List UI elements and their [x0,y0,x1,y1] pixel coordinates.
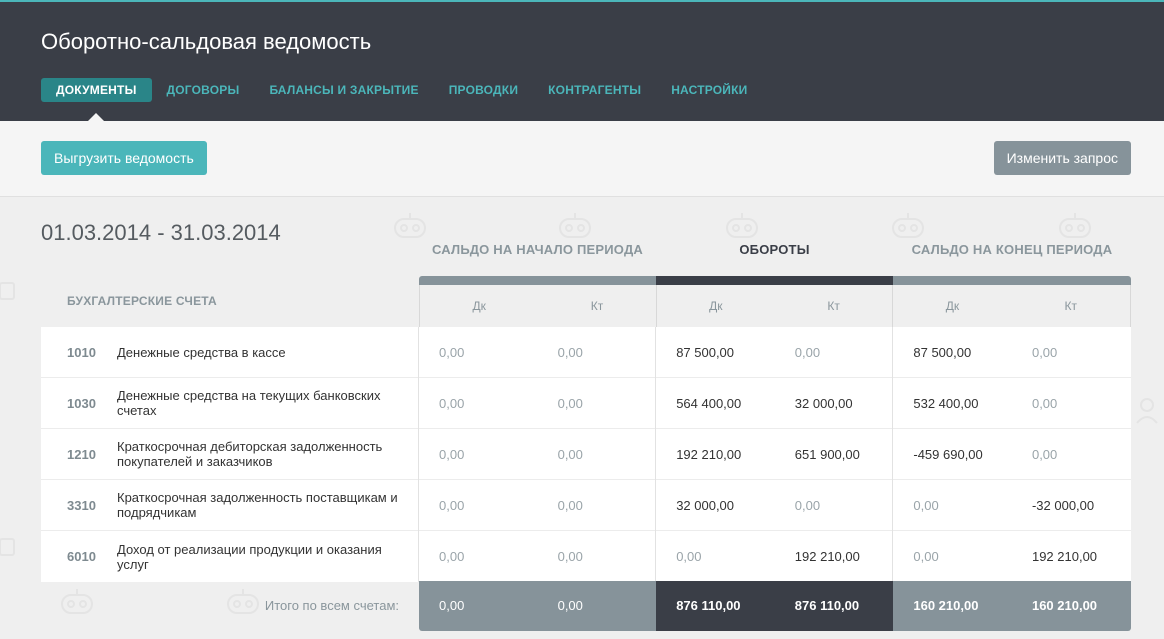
cell-turnover-debit: 87 500,00 [676,344,735,360]
sub-header-row: Дк Кт Дк Кт Дк Кт [419,285,1131,327]
group-bar-turnover [656,276,893,285]
total-closing-debit: 160 210,00 [893,581,1012,631]
cell-closing-credit: 192 210,00 [1031,549,1098,564]
group-header-closing-balance: САЛЬДО НА КОНЕЦ ПЕРИОДА [911,242,1113,257]
cell-closing-credit: 0,00 [1031,395,1058,411]
group-header-turnover: ОБОРОТЫ [739,242,810,257]
total-closing-credit: 160 210,00 [1011,581,1131,631]
cell-closing-debit: 0,00 [913,549,939,564]
cell-closing-debit: 532 400,00 [913,395,979,411]
account-name: Краткосрочная задолженность поставщикам … [117,479,419,531]
cell-turnover-debit: 32 000,00 [676,497,735,513]
totals-row: 0,00 0,00 876 110,00 876 110,00 160 210,… [419,581,1131,631]
total-turnover-credit: 876 110,00 [774,581,894,631]
modify-query-button[interactable]: Изменить запрос [993,141,1131,175]
table-row[interactable]: 1010 Денежные средства в кассе 0,00 0,00… [41,326,1131,378]
table-row[interactable]: 1030 Денежные средства на текущих банков… [41,377,1131,429]
cell-closing-credit: 0,00 [1031,344,1058,360]
tab-documents[interactable]: ДОКУМЕНТЫ [41,78,152,123]
group-header-opening-balance: САЛЬДО НА НАЧАЛО ПЕРИОДА [431,242,643,257]
cell-turnover-credit: 192 210,00 [775,531,894,582]
total-opening-debit: 0,00 [419,581,538,631]
cell-opening-debit: 0,00 [439,446,465,462]
report-period: 01.03.2014 - 31.03.2014 [41,220,281,245]
cell-opening-debit: 0,00 [439,344,465,360]
cell-turnover-credit: 0,00 [775,479,894,531]
app-header: Оборотно-сальдовая ведомость ДОКУМЕНТЫ Д… [0,2,1164,123]
totals-label: Итого по всем счетам: [264,598,399,613]
group-bar-closing [893,276,1131,285]
cell-opening-debit: 0,00 [439,549,465,564]
account-code: 3310 [67,497,96,513]
cell-closing-credit: -32 000,00 [1031,497,1095,513]
table-row[interactable]: 6010 Доход от реализации продукции и ока… [41,531,1131,582]
cell-opening-credit: 0,00 [538,326,657,378]
sub-header-credit: Кт [775,285,894,327]
cell-opening-debit: 0,00 [439,497,465,513]
sub-header-debit: Дк [945,299,960,313]
cell-turnover-debit: 564 400,00 [676,395,742,411]
cell-closing-debit: 0,00 [913,497,939,513]
accounts-column-header: БУХГАЛТЕРСКИЕ СЧЕТА [67,294,217,308]
cell-opening-credit: 0,00 [538,479,657,531]
table-row[interactable]: 1210 Краткосрочная дебиторская задолженн… [41,428,1131,480]
accounts-table-body: 1010 Денежные средства в кассе 0,00 0,00… [41,326,1131,582]
cell-opening-credit: 0,00 [538,377,657,429]
tab-balances-closing[interactable]: БАЛАНСЫ И ЗАКРЫТИЕ [269,83,418,97]
page-title: Оборотно-сальдовая ведомость [41,29,372,54]
sub-header-debit: Дк [472,299,486,313]
cell-turnover-debit: 0,00 [676,549,702,564]
cell-turnover-credit: 32 000,00 [775,377,894,429]
cell-turnover-debit: 192 210,00 [676,446,742,462]
sub-header-debit: Дк [709,299,723,313]
account-code: 1010 [67,344,96,360]
account-name: Краткосрочная дебиторская задолженность … [117,428,419,480]
group-bar-opening [419,276,656,285]
cell-opening-debit: 0,00 [439,395,465,411]
tab-counterparties[interactable]: КОНТРАГЕНТЫ [548,83,641,97]
tab-contracts[interactable]: ДОГОВОРЫ [167,83,240,97]
total-turnover-debit: 876 110,00 [656,581,775,631]
cell-closing-debit: 87 500,00 [913,344,972,360]
tab-settings[interactable]: НАСТРОЙКИ [671,83,747,97]
cell-opening-credit: 0,00 [538,531,657,582]
account-code: 6010 [67,549,96,564]
sub-header-credit: Кт [538,285,657,327]
export-statement-button[interactable]: Выгрузить ведомость [41,141,207,175]
cell-opening-credit: 0,00 [538,428,657,480]
cell-turnover-credit: 651 900,00 [775,428,894,480]
account-name: Денежные средства на текущих банковских … [117,377,419,429]
account-code: 1030 [67,395,96,411]
main-nav: ДОКУМЕНТЫ ДОГОВОРЫ БАЛАНСЫ И ЗАКРЫТИЕ ПР… [41,78,777,123]
account-name: Денежные средства в кассе [117,326,419,378]
account-code: 1210 [67,446,96,462]
cell-closing-credit: 0,00 [1031,446,1058,462]
tab-postings[interactable]: ПРОВОДКИ [449,83,518,97]
total-opening-credit: 0,00 [537,581,657,631]
sub-header-credit: Кт [1064,299,1078,313]
toolbar: Выгрузить ведомость Изменить запрос [0,121,1164,197]
table-row[interactable]: 3310 Краткосрочная задолженность поставщ… [41,479,1131,531]
cell-turnover-credit: 0,00 [775,326,894,378]
cell-closing-debit: -459 690,00 [913,446,983,462]
account-name: Доход от реализации продукции и оказания… [117,531,419,582]
